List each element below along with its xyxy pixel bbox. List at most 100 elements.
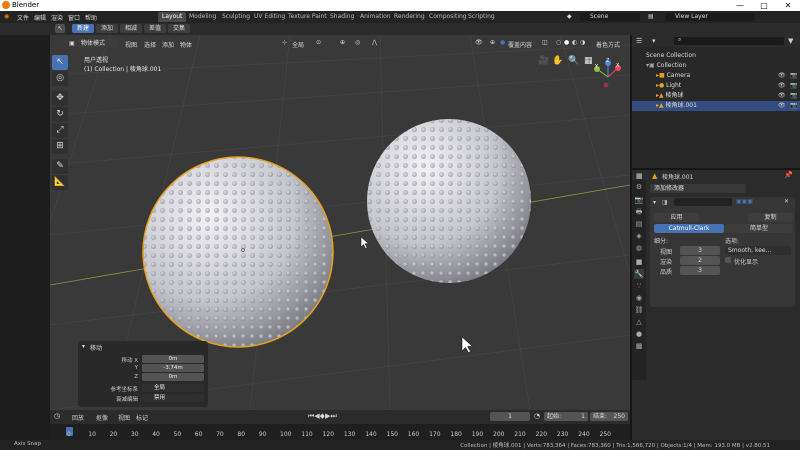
area-divider-horizontal[interactable] xyxy=(632,168,800,170)
pan-view-icon[interactable]: ✋ xyxy=(552,56,563,66)
render-tab-icon[interactable]: 📷 xyxy=(634,195,644,205)
properties-editor-icon[interactable]: ▦ xyxy=(636,172,643,180)
menu-file[interactable]: 文件 xyxy=(17,13,29,22)
visibility-icon[interactable]: 👁 xyxy=(475,39,483,46)
scene-icon[interactable]: ◆ xyxy=(567,13,572,20)
current-frame-field[interactable]: 1 xyxy=(490,412,530,421)
menu-view[interactable]: 视图 xyxy=(125,40,137,49)
end-frame-field[interactable]: 结束: 250 xyxy=(590,412,628,421)
modifier-delete-icon[interactable]: ✕ xyxy=(784,198,789,205)
pin-icon[interactable]: 📌 xyxy=(784,171,793,179)
orientation-selector[interactable]: 全局 xyxy=(292,40,304,49)
start-frame-field[interactable]: 起始: 1 xyxy=(544,412,588,421)
visibility-eye-icons[interactable]: 👁 👁 👁 👁 xyxy=(778,71,786,111)
outliner-row-light[interactable]: ▸● Light xyxy=(632,81,800,91)
outliner-row-sphere-001[interactable]: ▸▲ 棱角球.001 xyxy=(632,101,800,111)
shading-selector[interactable]: 着色方式 xyxy=(596,40,620,49)
render-camera-icons[interactable]: 📷 📷 📷 📷 xyxy=(790,71,797,111)
snap-icon[interactable]: ⊕ xyxy=(340,39,345,46)
rotate-tool-icon[interactable]: ↻ xyxy=(52,107,68,122)
viewport-levels-field[interactable]: 3 xyxy=(680,246,720,255)
menu-help[interactable]: 帮助 xyxy=(85,13,97,22)
move-tool-icon[interactable]: ✥ xyxy=(52,91,68,106)
simple-toggle[interactable]: 简单型 xyxy=(725,224,793,233)
tab-rendering[interactable]: Rendering xyxy=(390,12,429,22)
playback-controls-icon[interactable]: ⏮◀◆▶⏭ xyxy=(308,412,337,421)
data-tab-icon[interactable]: △ xyxy=(634,317,644,327)
tool-tab-icon[interactable]: ⚙ xyxy=(634,182,644,192)
catmull-clark-toggle[interactable]: Catmull-Clark xyxy=(654,224,724,233)
area-divider-vertical[interactable] xyxy=(630,35,632,440)
outliner-row-scene-collection[interactable]: Scene Collection xyxy=(632,51,800,61)
annotate-tool-icon[interactable]: ✎ xyxy=(52,159,68,174)
tab-sculpting[interactable]: Sculpting xyxy=(218,12,254,22)
menu-window[interactable]: 窗口 xyxy=(68,13,80,22)
texture-tab-icon[interactable]: ▩ xyxy=(634,341,644,351)
modifier-collapse-icon[interactable]: ▾ xyxy=(653,199,656,206)
modifier-name-field[interactable] xyxy=(674,198,732,206)
move-x-field[interactable]: 0m xyxy=(142,355,204,363)
selected-sphere[interactable] xyxy=(140,155,340,355)
mode-intersect-button[interactable]: 交集 xyxy=(168,24,190,33)
measure-tool-icon[interactable]: 📐 xyxy=(52,175,68,190)
gizmo-toggle-icon[interactable]: ⊕ xyxy=(490,39,495,46)
add-modifier-button[interactable]: 添加修改器 xyxy=(650,184,746,193)
tab-animation[interactable]: Animation xyxy=(356,12,395,22)
mode-subtract-button[interactable]: 相减 xyxy=(120,24,142,33)
maximize-button[interactable]: □ xyxy=(752,0,776,11)
optimal-display-checkbox[interactable] xyxy=(725,257,731,263)
menu-select[interactable]: 选择 xyxy=(144,40,156,49)
tab-scripting[interactable]: Scripting xyxy=(464,12,499,22)
material-tab-icon[interactable]: ● xyxy=(634,329,644,339)
object-tab-icon[interactable]: ■ xyxy=(634,257,644,267)
scene-selector[interactable]: Scene xyxy=(580,13,640,21)
shading-solid-icon[interactable]: ● xyxy=(564,39,569,46)
render-levels-field[interactable]: 2 xyxy=(680,256,720,265)
mode-new-button[interactable]: 新建 xyxy=(72,24,94,33)
move-z-field[interactable]: 0m xyxy=(142,373,204,381)
tab-texture-paint[interactable]: Texture Paint xyxy=(284,12,331,22)
view-layer-tab-icon[interactable]: ▤ xyxy=(634,219,644,229)
select-tool-icon[interactable]: ↖ xyxy=(52,55,68,70)
proportional-edit-icon[interactable]: ◎ xyxy=(355,39,360,46)
transform-tool-icon[interactable]: ⊞ xyxy=(52,139,68,154)
output-tab-icon[interactable]: 🖶 xyxy=(634,207,644,217)
proportional-select[interactable]: 禁用 xyxy=(142,394,204,402)
outliner-row-camera[interactable]: ▸■ Camera xyxy=(632,71,800,81)
mode-selector[interactable]: 物体模式 xyxy=(78,39,118,48)
grid-view-icon[interactable]: ▦ xyxy=(584,56,593,66)
filter-icon[interactable]: ▼ xyxy=(788,37,793,45)
apply-button[interactable]: 应用 xyxy=(654,213,699,222)
minimize-button[interactable]: — xyxy=(728,0,752,11)
tab-shading[interactable]: Shading xyxy=(326,12,358,22)
view-layer-selector[interactable]: View Layer xyxy=(665,13,755,21)
menu-keying[interactable]: 抠像 xyxy=(96,413,108,422)
mode-difference-button[interactable]: 差值 xyxy=(144,24,166,33)
move-y-field[interactable]: -3.74m xyxy=(142,364,204,372)
modifier-tab-icon[interactable]: 🔧 xyxy=(634,269,644,279)
world-tab-icon[interactable]: ◍ xyxy=(634,243,644,253)
outliner-editor-icon[interactable]: ☰ xyxy=(636,37,642,45)
menu-object[interactable]: 物体 xyxy=(180,40,192,49)
constraints-tab-icon[interactable]: ⛓ xyxy=(634,305,644,315)
quality-field[interactable]: 3 xyxy=(680,266,720,275)
menu-playback[interactable]: 回放 xyxy=(72,413,84,422)
mode-add-button[interactable]: 添加 xyxy=(96,24,118,33)
copy-button[interactable]: 复制 xyxy=(748,213,793,222)
blender-menu-icon[interactable]: ◉ xyxy=(4,13,9,20)
panel-collapse-icon[interactable]: ▾ xyxy=(82,343,85,350)
shading-wire-icon[interactable]: ○ xyxy=(556,39,561,46)
shading-rendered-icon[interactable]: ◑ xyxy=(580,39,585,46)
tab-modeling[interactable]: Modeling xyxy=(185,12,220,22)
pivot-icon[interactable]: ⊙ xyxy=(316,39,321,46)
clock-icon[interactable]: ◔ xyxy=(534,412,540,420)
scene-tab-icon[interactable]: ◈ xyxy=(634,231,644,241)
golf-ball-sphere[interactable] xyxy=(365,117,535,287)
timeline-editor-icon[interactable]: ◷ xyxy=(54,412,60,420)
overlay-icon[interactable]: ● xyxy=(500,39,505,46)
uv-smooth-select[interactable]: Smooth, kee... xyxy=(725,246,791,255)
menu-render[interactable]: 渲染 xyxy=(51,13,63,22)
select-mode-icon[interactable]: ↖ xyxy=(55,24,65,33)
camera-view-icon[interactable]: 🎥 xyxy=(538,56,549,66)
physics-tab-icon[interactable]: ◉ xyxy=(634,293,644,303)
